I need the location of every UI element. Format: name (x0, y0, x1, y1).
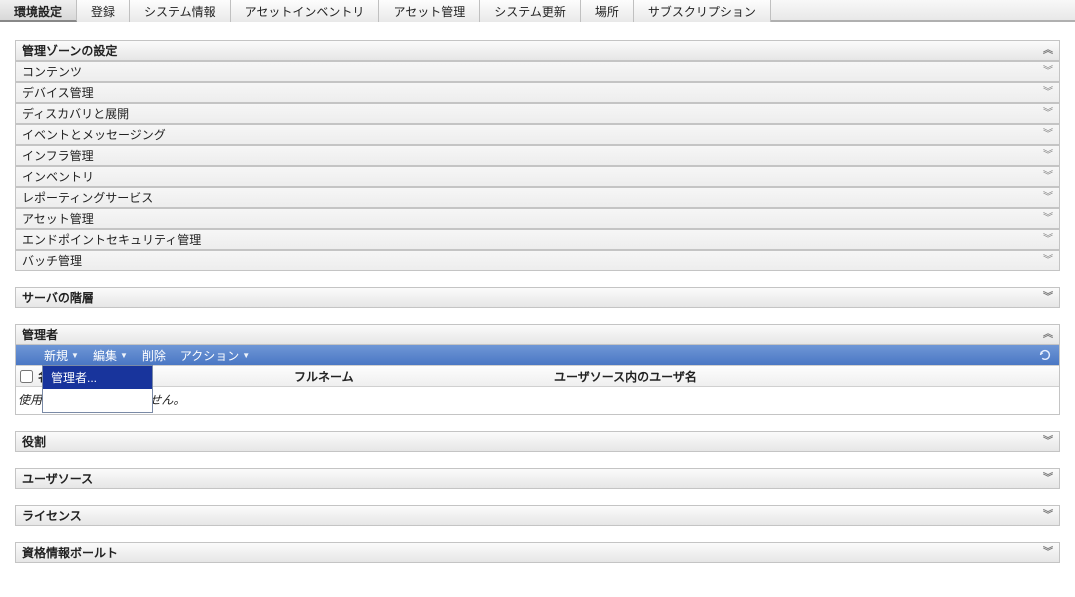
admin-empty-message: 使用できる項目がありません。 (16, 387, 1059, 414)
expand-icon: ︾ (1041, 472, 1055, 486)
chevron-down-icon: ▼ (120, 351, 128, 360)
tab-asset-inventory[interactable]: アセットインベントリ (231, 0, 380, 22)
new-dropdown-menu: 管理者... 管理者グループ... (42, 365, 153, 413)
server-hierarchy-panel: サーバの階層 ︾ (15, 287, 1060, 308)
dropdown-item-admin[interactable]: 管理者... (43, 366, 152, 389)
expand-icon: ︾ (1041, 435, 1055, 449)
expand-icon: ︾ (1041, 509, 1055, 523)
expand-icon: ︾ (1041, 254, 1055, 268)
administrators-header[interactable]: 管理者 ︽ (15, 324, 1060, 345)
column-fullname-header[interactable]: フルネーム (294, 368, 554, 385)
administrators-title: 管理者 (22, 326, 58, 343)
zone-item-label: ディスカバリと展開 (22, 105, 129, 122)
tab-system-update[interactable]: システム更新 (480, 0, 581, 22)
collapse-icon: ︽ (1041, 328, 1055, 342)
roles-title: 役割 (22, 433, 46, 450)
server-hierarchy-header[interactable]: サーバの階層 ︾ (15, 287, 1060, 308)
toolbar-edit-label: 編集 (93, 347, 117, 364)
admin-toolbar: 新規 ▼ 編集 ▼ 削除 アクション ▼ (16, 345, 1059, 365)
tab-asset-mgmt[interactable]: アセット管理 (379, 0, 480, 22)
expand-icon: ︾ (1041, 546, 1055, 560)
toolbar-edit-button[interactable]: 編集 ▼ (93, 347, 128, 364)
zone-item-label: デバイス管理 (22, 84, 94, 101)
roles-header[interactable]: 役割 ︾ (15, 431, 1060, 452)
license-header[interactable]: ライセンス ︾ (15, 505, 1060, 526)
zone-item-device-mgmt[interactable]: デバイス管理 ︾ (15, 82, 1060, 103)
roles-panel: 役割 ︾ (15, 431, 1060, 452)
zone-item-label: イベントとメッセージング (22, 126, 166, 143)
admin-column-header-row: 名前 フルネーム ユーザソース内のユーザ名 (16, 365, 1059, 387)
toolbar-action-label: アクション (180, 347, 239, 364)
expand-icon: ︾ (1041, 212, 1055, 226)
zone-item-content[interactable]: コンテンツ ︾ (15, 61, 1060, 82)
zone-item-label: アセット管理 (22, 210, 94, 227)
tab-location[interactable]: 場所 (581, 0, 634, 22)
zone-item-label: インフラ管理 (22, 147, 94, 164)
expand-icon: ︾ (1041, 86, 1055, 100)
dropdown-item-admin-group[interactable]: 管理者グループ... (43, 389, 152, 412)
toolbar-new-label: 新規 (44, 347, 68, 364)
zone-item-discovery[interactable]: ディスカバリと展開 ︾ (15, 103, 1060, 124)
tab-system-info[interactable]: システム情報 (130, 0, 231, 22)
top-tab-bar: 環境設定 登録 システム情報 アセットインベントリ アセット管理 システム更新 … (0, 0, 1075, 22)
credential-vault-header[interactable]: 資格情報ボールト ︾ (15, 542, 1060, 563)
collapse-icon: ︽ (1041, 44, 1055, 58)
zone-settings-title: 管理ゾーンの設定 (22, 42, 117, 59)
credential-vault-title: 資格情報ボールト (22, 544, 118, 561)
expand-icon: ︾ (1041, 149, 1055, 163)
zone-item-events[interactable]: イベントとメッセージング ︾ (15, 124, 1060, 145)
user-source-panel: ユーザソース ︾ (15, 468, 1060, 489)
expand-icon: ︾ (1041, 291, 1055, 305)
zone-settings-header[interactable]: 管理ゾーンの設定 ︽ (15, 40, 1060, 61)
zone-item-endpoint-sec[interactable]: エンドポイントセキュリティ管理 ︾ (15, 229, 1060, 250)
zone-item-infra[interactable]: インフラ管理 ︾ (15, 145, 1060, 166)
toolbar-delete-label: 削除 (142, 347, 166, 364)
zone-item-reporting[interactable]: レポーティングサービス ︾ (15, 187, 1060, 208)
toolbar-delete-button[interactable]: 削除 (142, 347, 166, 364)
user-source-title: ユーザソース (22, 470, 93, 487)
zone-item-label: コンテンツ (22, 63, 82, 80)
zone-item-label: インベントリ (22, 168, 94, 185)
expand-icon: ︾ (1041, 107, 1055, 121)
tab-env-settings[interactable]: 環境設定 (0, 0, 77, 22)
tab-register[interactable]: 登録 (77, 0, 130, 22)
chevron-down-icon: ▼ (71, 351, 79, 360)
zone-item-label: エンドポイントセキュリティ管理 (22, 231, 201, 248)
expand-icon: ︾ (1041, 128, 1055, 142)
zone-item-label: レポーティングサービス (22, 189, 153, 206)
refresh-icon-svg (1038, 348, 1052, 362)
tab-subscription[interactable]: サブスクリプション (634, 0, 771, 22)
chevron-down-icon: ▼ (242, 351, 250, 360)
server-hierarchy-title: サーバの階層 (22, 289, 94, 306)
administrators-panel: 管理者 ︽ 新規 ▼ 編集 ▼ 削除 アクション ▼ (15, 324, 1060, 415)
zone-settings-panel: 管理ゾーンの設定 ︽ コンテンツ ︾ デバイス管理 ︾ ディスカバリと展開 ︾ … (15, 40, 1060, 271)
license-title: ライセンス (22, 507, 82, 524)
refresh-icon[interactable] (1037, 347, 1053, 363)
zone-item-label: バッチ管理 (22, 252, 82, 269)
expand-icon: ︾ (1041, 233, 1055, 247)
expand-icon: ︾ (1041, 191, 1055, 205)
expand-icon: ︾ (1041, 170, 1055, 184)
column-username-header[interactable]: ユーザソース内のユーザ名 (554, 368, 1059, 385)
zone-item-asset-mgmt[interactable]: アセット管理 ︾ (15, 208, 1060, 229)
user-source-header[interactable]: ユーザソース ︾ (15, 468, 1060, 489)
toolbar-new-button[interactable]: 新規 ▼ (44, 347, 79, 364)
zone-item-inventory[interactable]: インベントリ ︾ (15, 166, 1060, 187)
zone-item-batch[interactable]: バッチ管理 ︾ (15, 250, 1060, 271)
select-all-checkbox[interactable] (20, 370, 33, 383)
toolbar-action-button[interactable]: アクション ▼ (180, 347, 250, 364)
expand-icon: ︾ (1041, 65, 1055, 79)
credential-vault-panel: 資格情報ボールト ︾ (15, 542, 1060, 563)
license-panel: ライセンス ︾ (15, 505, 1060, 526)
